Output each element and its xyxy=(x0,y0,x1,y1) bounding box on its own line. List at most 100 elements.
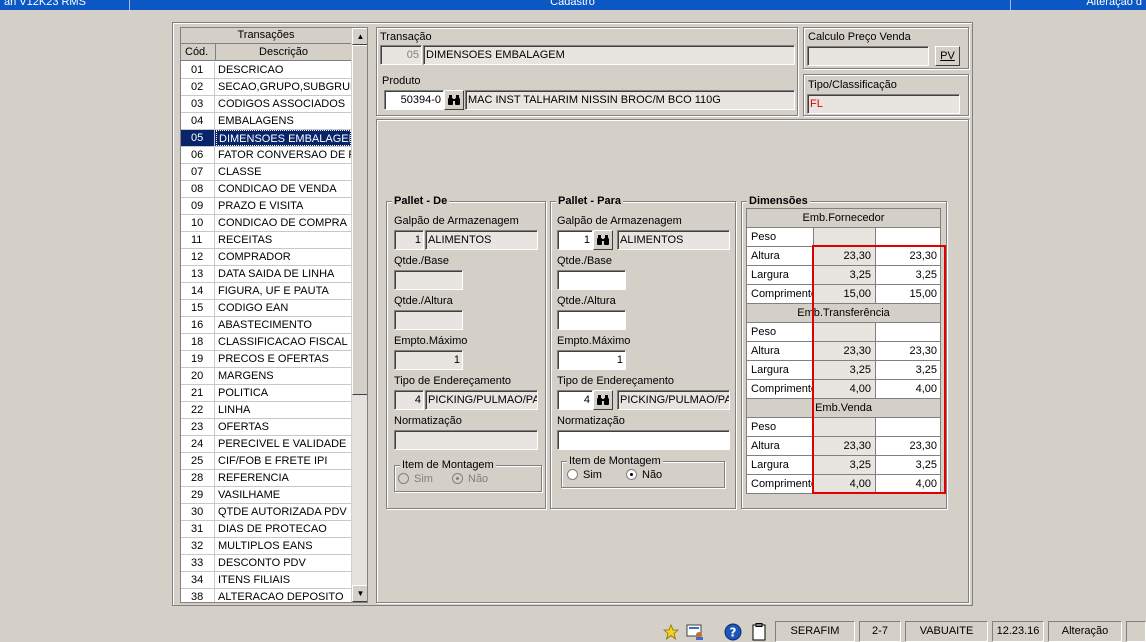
pallet-para-nao-label[interactable]: Não xyxy=(642,469,662,481)
list-item[interactable]: 09 PRAZO E VISITA xyxy=(181,198,351,215)
list-item-desc: CODIGOS ASSOCIADOS xyxy=(218,98,346,110)
list-scrollbar[interactable]: ▲ ▼ xyxy=(351,28,367,602)
clipboard-icon[interactable] xyxy=(748,621,770,642)
list-item[interactable]: 30 QTDE AUTORIZADA PDV xyxy=(181,504,351,521)
list-item-desc: FATOR CONVERSAO DE PR xyxy=(218,149,351,161)
pallet-para-galpao-code[interactable]: 1 xyxy=(557,230,593,250)
list-item[interactable]: 05 DIMENSOES EMBALAGEM xyxy=(181,130,351,147)
list-item[interactable]: 01 DESCRICAO xyxy=(181,62,351,79)
title-right: Alteração d xyxy=(1086,0,1142,8)
list-item-code: 11 xyxy=(181,232,215,248)
list-item[interactable]: 11 RECEITAS xyxy=(181,232,351,249)
list-item-desc: ABASTECIMENTO xyxy=(218,319,312,331)
help-icon[interactable]: ? xyxy=(722,621,744,642)
tipo-label: Tipo/Classificação xyxy=(808,79,897,91)
pallet-de-sim-label: Sim xyxy=(414,473,433,485)
col-header-desc[interactable]: Descrição xyxy=(216,44,351,61)
list-item[interactable]: 07 CLASSE xyxy=(181,164,351,181)
pallet-para-normal-field[interactable] xyxy=(557,430,730,450)
list-item-desc: PERECIVEL E VALIDADE xyxy=(218,438,347,450)
list-item-desc: MULTIPLOS EANS xyxy=(218,540,313,552)
list-item[interactable]: 10 CONDICAO DE COMPRA xyxy=(181,215,351,232)
pallet-para-title: Pallet - Para xyxy=(556,195,623,207)
calculo-label: Calculo Preço Venda xyxy=(808,31,911,43)
list-item[interactable]: 28 REFERENCIA xyxy=(181,470,351,487)
list-item-code: 32 xyxy=(181,538,215,554)
dimensoes-row-label: Peso xyxy=(747,418,814,437)
list-item-desc: VASILHAME xyxy=(218,489,281,501)
pallet-para-sim-radio[interactable] xyxy=(567,469,578,480)
pallet-para-tipo-end-code[interactable]: 4 xyxy=(557,390,593,410)
transactions-list[interactable]: Transações Cód. Descrição 01 DESCRICAO 02 S… xyxy=(180,27,368,603)
list-item-desc: PRECOS E OFERTAS xyxy=(218,353,329,365)
pv-button[interactable]: PV xyxy=(935,46,960,66)
pallet-para-qtde-altura-field[interactable] xyxy=(557,310,626,330)
list-item[interactable]: 32 MULTIPLOS EANS xyxy=(181,538,351,555)
scroll-thumb[interactable] xyxy=(352,45,367,395)
pallet-para-galpao-desc: ALIMENTOS xyxy=(617,230,730,250)
list-item[interactable]: 33 DESCONTO PDV xyxy=(181,555,351,572)
list-item-desc: FIGURA, UF E PAUTA xyxy=(218,285,329,297)
list-item[interactable]: 38 ALTERACAO DEPOSITO xyxy=(181,589,351,602)
list-item[interactable]: 29 VASILHAME xyxy=(181,487,351,504)
list-item[interactable]: 12 COMPRADOR xyxy=(181,249,351,266)
pallet-para-qtde-base-field[interactable] xyxy=(557,270,626,290)
binoculars-icon[interactable] xyxy=(593,230,613,250)
list-item[interactable]: 31 DIAS DE PROTECAO xyxy=(181,521,351,538)
list-item-code: 33 xyxy=(181,555,215,571)
list-item[interactable]: 15 CODIGO EAN xyxy=(181,300,351,317)
list-item-desc: DATA SAIDA DE LINHA xyxy=(218,268,335,280)
list-item[interactable]: 08 CONDICAO DE VENDA xyxy=(181,181,351,198)
list-item[interactable]: 24 PERECIVEL E VALIDADE xyxy=(181,436,351,453)
list-item-desc: DIMENSOES EMBALAGEM xyxy=(216,130,351,146)
list-item-code: 08 xyxy=(181,181,215,197)
pallet-de-nao-label: Não xyxy=(468,473,489,485)
list-item-desc: LINHA xyxy=(218,404,251,416)
user-screen-icon[interactable] xyxy=(684,621,706,642)
list-item[interactable]: 25 CIF/FOB E FRETE IPI xyxy=(181,453,351,470)
list-item[interactable]: 13 DATA SAIDA DE LINHA xyxy=(181,266,351,283)
list-item[interactable]: 16 ABASTECIMENTO xyxy=(181,317,351,334)
pallet-de-title: Pallet - De xyxy=(392,195,450,207)
list-item-code: 10 xyxy=(181,215,215,231)
status-bar: ? SERAFIM 2-7 VABUAITE 12.23.16 Alteraçã… xyxy=(0,618,1146,642)
list-item[interactable]: 23 OFERTAS xyxy=(181,419,351,436)
transacao-label: Transação xyxy=(380,31,432,43)
list-item[interactable]: 21 POLITICA xyxy=(181,385,351,402)
pallet-para-empto-field[interactable]: 1 xyxy=(557,350,626,370)
col-header-code[interactable]: Cód. xyxy=(181,44,216,61)
pallet-para-nao-radio[interactable] xyxy=(626,469,637,480)
list-item[interactable]: 18 CLASSIFICACAO FISCAL xyxy=(181,334,351,351)
list-item-code: 22 xyxy=(181,402,215,418)
list-item[interactable]: 22 LINHA xyxy=(181,402,351,419)
list-item-desc: CIF/FOB E FRETE IPI xyxy=(218,455,328,467)
list-item-desc: CONDICAO DE COMPRA xyxy=(218,217,347,229)
list-item-desc: COMPRADOR xyxy=(218,251,291,263)
list-item[interactable]: 02SECAO,GRUPO,SUBGRUPO xyxy=(181,79,351,96)
calculo-field xyxy=(807,46,929,66)
scroll-up-icon[interactable]: ▲ xyxy=(352,28,367,45)
pallet-de-empto-field: 1 xyxy=(394,350,463,370)
list-item-code: 06 xyxy=(181,147,215,163)
title-left: an V12K23 RMS xyxy=(0,0,130,10)
pallet-de-qtde-base-field xyxy=(394,270,463,290)
list-item[interactable]: 03 CODIGOS ASSOCIADOS xyxy=(181,96,351,113)
list-item[interactable]: 04 EMBALAGENS xyxy=(181,113,351,130)
list-item-code: 29 xyxy=(181,487,215,503)
scroll-down-icon[interactable]: ▼ xyxy=(352,585,367,602)
list-item-code: 09 xyxy=(181,198,215,214)
star-icon[interactable] xyxy=(660,621,682,642)
pallet-de-qtde-altura-label: Qtde./Altura xyxy=(394,295,453,307)
list-item[interactable]: 20 MARGENS xyxy=(181,368,351,385)
list-item-desc: DIAS DE PROTECAO xyxy=(218,523,327,535)
produto-code-field[interactable]: 50394-0 xyxy=(384,90,444,110)
list-item[interactable]: 06 FATOR CONVERSAO DE PR xyxy=(181,147,351,164)
list-item[interactable]: 19 PRECOS E OFERTAS xyxy=(181,351,351,368)
list-item[interactable]: 34 ITENS FILIAIS xyxy=(181,572,351,589)
pallet-para-sim-label[interactable]: Sim xyxy=(583,469,602,481)
binoculars-icon[interactable] xyxy=(593,390,613,410)
list-item-code: 15 xyxy=(181,300,215,316)
dimensoes-section-header: Emb.Fornecedor xyxy=(747,209,941,228)
binoculars-icon[interactable] xyxy=(444,90,464,110)
list-item[interactable]: 14 FIGURA, UF E PAUTA xyxy=(181,283,351,300)
